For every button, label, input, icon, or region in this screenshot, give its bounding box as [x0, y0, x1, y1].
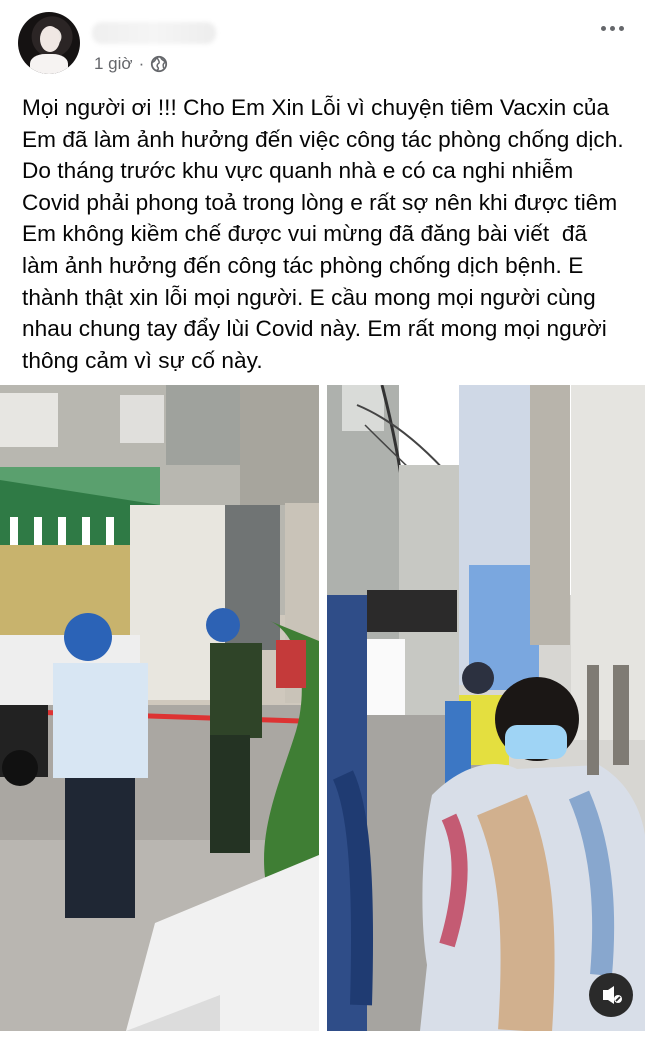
mute-audio-icon[interactable]	[589, 973, 633, 1017]
profile-avatar[interactable]	[18, 12, 80, 74]
more-dot	[618, 25, 624, 31]
meta-separator: ·	[138, 54, 145, 73]
post-timestamp[interactable]: 1 giờ	[94, 54, 133, 74]
more-dot	[600, 25, 606, 31]
post-meta: 1 giờ ·	[94, 54, 168, 74]
post-photo-right[interactable]	[327, 385, 645, 1031]
post-header: 1 giờ ·	[0, 0, 645, 90]
avatar-shirt	[30, 54, 68, 74]
more-dot	[609, 25, 615, 31]
street-scene-right-image	[327, 385, 645, 1031]
avatar-face	[40, 26, 60, 52]
post-photo-left[interactable]	[0, 385, 319, 1031]
audio-speaker-icon	[603, 986, 622, 1004]
street-scene-left-image	[0, 385, 319, 1031]
author-name-redacted[interactable]	[92, 22, 216, 44]
post-body-text: Mọi người ơi !!! Cho Em Xin Lỗi vì chuyệ…	[22, 95, 637, 373]
more-options-icon[interactable]	[597, 18, 627, 38]
globe-icon[interactable]	[150, 55, 168, 73]
